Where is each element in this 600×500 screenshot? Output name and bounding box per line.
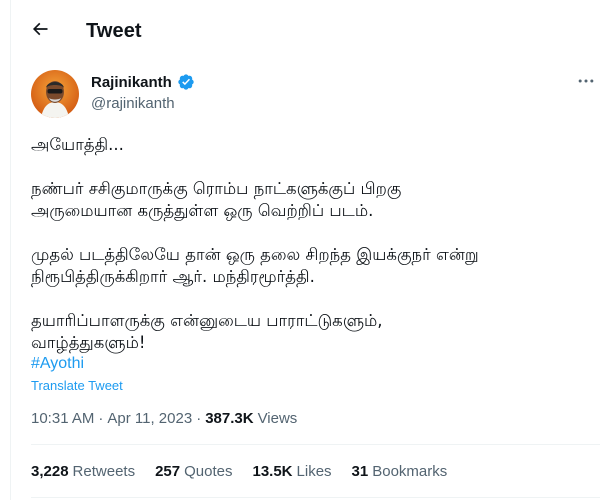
likes-stat[interactable]: 13.5K Likes	[252, 463, 331, 480]
tweet-time[interactable]: 10:31 AM	[31, 410, 94, 427]
author-name-text: Rajinikanth	[91, 73, 172, 91]
hashtag-link[interactable]: #Ayothi	[31, 355, 84, 373]
author-handle[interactable]: @rajinikanth	[91, 95, 175, 112]
bookmarks-stat[interactable]: 31 Bookmarks	[352, 463, 448, 480]
avatar[interactable]	[31, 70, 79, 118]
more-options-button[interactable]	[575, 72, 597, 90]
separator-dot: ·	[98, 410, 104, 427]
quotes-stat[interactable]: 257 Quotes	[155, 463, 232, 480]
engagement-stats: 3,228 Retweets 257 Quotes 13.5K Likes 31…	[31, 463, 447, 480]
avatar-image	[31, 70, 79, 118]
arrow-left-icon	[32, 22, 48, 36]
bookmarks-count: 31	[351, 463, 369, 480]
separator-dot: ·	[196, 410, 202, 427]
likes-label: Likes	[296, 463, 332, 480]
tweet-paragraph: நண்பர் சசிகுமாருக்கு ரொம்ப நாட்களுக்குப்…	[31, 179, 402, 220]
views-label: Views	[257, 410, 298, 427]
retweets-label: Retweets	[72, 463, 136, 480]
quotes-label: Quotes	[184, 463, 233, 480]
tweet-page: Tweet Rajinikanth @rajinikanth அயோத்தி..…	[10, 0, 600, 500]
bookmarks-label: Bookmarks	[372, 463, 448, 480]
tweet-metadata: 10:31 AM · Apr 11, 2023 · 387.3K Views	[31, 410, 297, 427]
tweet-paragraph: தயாரிப்பாளருக்கு என்னுடைய பாராட்டுகளும்,…	[31, 311, 383, 352]
translate-tweet-link[interactable]: Translate Tweet	[31, 378, 123, 393]
divider	[31, 497, 600, 498]
quotes-count: 257	[155, 463, 181, 480]
author-name[interactable]: Rajinikanth	[91, 73, 195, 91]
tweet-text: அயோத்தி... நண்பர் சசிகுமாருக்கு ரொம்ப நா…	[31, 134, 581, 376]
tweet-paragraph: முதல் படத்திலேயே தான் ஒரு தலை சிறந்த இயக…	[31, 245, 479, 286]
retweets-stat[interactable]: 3,228 Retweets	[31, 463, 135, 480]
back-button[interactable]	[27, 16, 53, 42]
likes-count: 13.5K	[252, 463, 293, 480]
retweets-count: 3,228	[31, 463, 69, 480]
divider	[31, 444, 600, 445]
more-horizontal-icon	[578, 79, 594, 83]
views-count: 387.3K	[205, 410, 254, 427]
page-header: Tweet	[11, 0, 600, 58]
page-title: Tweet	[86, 20, 142, 42]
verified-badge-icon	[178, 74, 194, 90]
tweet-paragraph: அயோத்தி...	[31, 135, 124, 154]
tweet-date[interactable]: Apr 11, 2023	[107, 410, 192, 427]
